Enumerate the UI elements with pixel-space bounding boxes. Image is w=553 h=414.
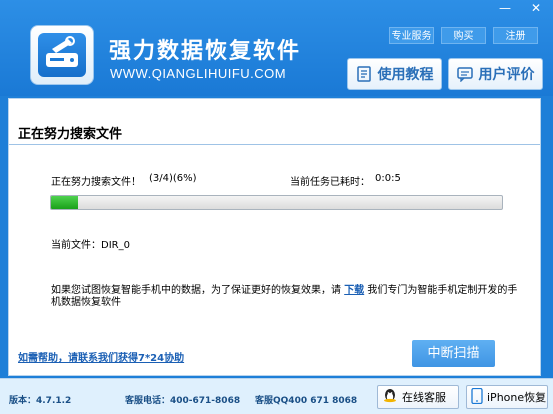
professional-service-link[interactable]: 专业服务	[389, 27, 434, 44]
purchase-link[interactable]: 购买	[441, 27, 486, 44]
user-review-button[interactable]: 用户评价	[448, 58, 543, 90]
online-service-button[interactable]: 在线客服	[377, 385, 459, 409]
progress-count: (3/4)(6%)	[149, 173, 197, 184]
app-logo	[30, 25, 94, 85]
section-title: 正在努力搜索文件	[18, 127, 123, 142]
elapsed-time-value: 0:0:5	[375, 173, 401, 184]
tutorial-button-label: 使用教程	[377, 67, 434, 83]
service-phone: 客服电话：400-671-8068	[125, 396, 241, 406]
tutorial-button[interactable]: 使用教程	[347, 58, 442, 90]
scan-progress-fill	[51, 196, 79, 209]
document-icon	[356, 66, 372, 82]
close-button[interactable]: ✕	[524, 0, 548, 18]
app-header: 强力数据恢复软件 WWW.QIANGLIHUIFU.COM 专业服务 购买 注册…	[0, 0, 553, 96]
version-label: 版本：4.7.1.2	[9, 396, 72, 406]
online-service-label: 在线客服	[402, 391, 446, 404]
service-qq: 客服QQ400 671 8068	[255, 396, 358, 406]
comment-icon	[456, 66, 473, 83]
iphone-recovery-label: iPhone恢复	[487, 391, 547, 404]
stop-scan-button[interactable]: 中断扫描	[412, 340, 495, 367]
current-file-label: 当前文件：DIR_0	[51, 240, 130, 251]
iphone-recovery-button[interactable]: iPhone恢复	[466, 385, 548, 409]
help-contact-link[interactable]: 如需帮助，请联系我们获得7*24协助	[18, 349, 184, 364]
section-divider	[9, 144, 540, 145]
app-website: WWW.QIANGLIHUIFU.COM	[110, 66, 287, 81]
app-window: 强力数据恢复软件 WWW.QIANGLIHUIFU.COM 专业服务 购买 注册…	[0, 0, 553, 414]
hard-drive-wrench-icon	[38, 33, 86, 77]
app-title: 强力数据恢复软件	[109, 39, 302, 64]
smartphone-note: 如果您试图恢复智能手机中的数据，为了保证更好的恢复效果，请 下载 我们专门为智能…	[51, 285, 521, 309]
scan-progress-bar	[50, 195, 503, 210]
status-footer: 版本：4.7.1.2 客服电话：400-671-8068 客服QQ400 671…	[0, 378, 553, 414]
register-link[interactable]: 注册	[493, 27, 538, 44]
elapsed-time-label: 当前任务已耗时：	[290, 177, 370, 188]
scan-panel: 正在努力搜索文件 正在努力搜索文件！ (3/4)(6%) 当前任务已耗时： 0:…	[8, 98, 541, 376]
user-review-button-label: 用户评价	[478, 67, 535, 83]
note-text-before: 如果您试图恢复智能手机中的数据，为了保证更好的恢复效果，请	[51, 285, 345, 296]
progress-label: 正在努力搜索文件！	[51, 177, 141, 188]
iphone-icon	[471, 387, 483, 407]
qq-penguin-icon	[382, 388, 398, 407]
minimize-button[interactable]: —	[493, 0, 517, 18]
download-link[interactable]: 下载	[344, 285, 364, 296]
